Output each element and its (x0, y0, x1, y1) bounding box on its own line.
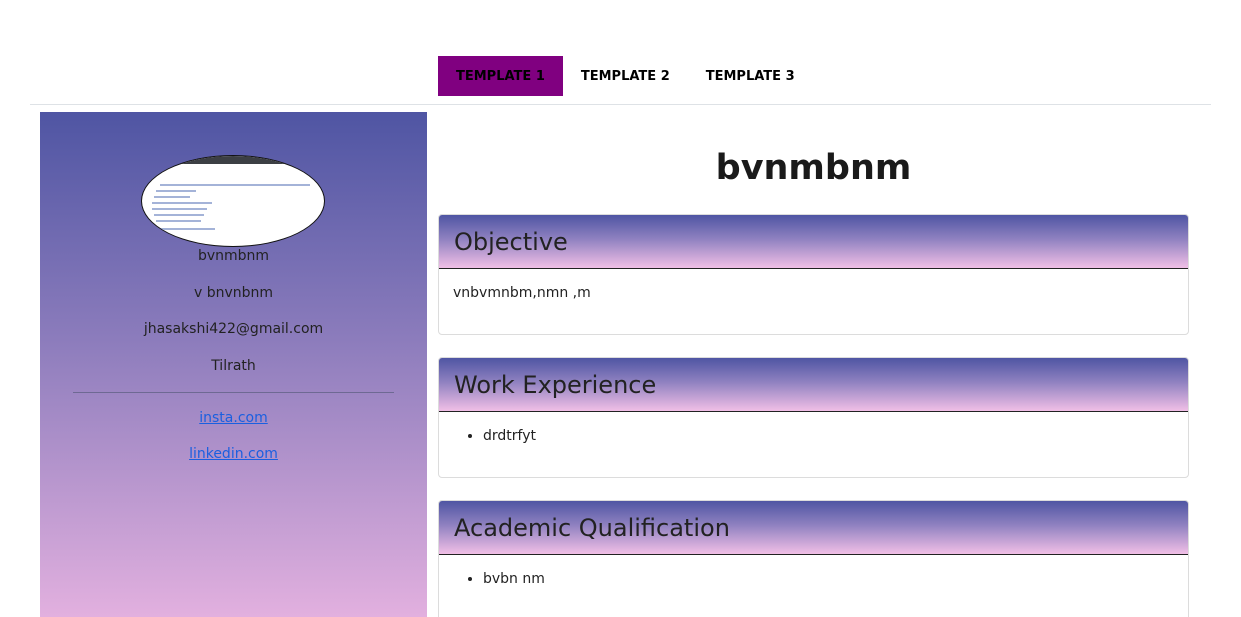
template-tabs: TEMPLATE 1 TEMPLATE 2 TEMPLATE 3 (438, 56, 813, 96)
resume-title: bvnmbnm (715, 148, 912, 188)
academic-qualification-card: Academic Qualification bvbn nm (438, 500, 1189, 617)
tab-template-1[interactable]: TEMPLATE 1 (438, 56, 563, 96)
objective-heading: Objective (439, 215, 1188, 269)
instagram-link[interactable]: insta.com (40, 410, 427, 426)
tab-template-3[interactable]: TEMPLATE 3 (688, 56, 813, 96)
academic-qualification-heading: Academic Qualification (439, 501, 1188, 555)
profile-location: Tilrath (211, 358, 256, 374)
profile-subtitle: v bnvnbnm (193, 285, 274, 301)
objective-text: vnbvmnbm,nmn ,m (453, 285, 591, 301)
sidebar-divider (73, 392, 394, 393)
academic-qualification-item: bvbn nm (483, 571, 1174, 587)
objective-card: Objective vnbvmnbm,nmn ,m (438, 214, 1189, 335)
tab-template-2[interactable]: TEMPLATE 2 (563, 56, 688, 96)
profile-photo (141, 155, 325, 247)
work-experience-item: drdtrfyt (483, 428, 1174, 444)
linkedin-link[interactable]: linkedin.com (40, 446, 427, 462)
profile-email: jhasakshi422@gmail.com (143, 321, 324, 337)
profile-name: bvnmbnm (197, 248, 270, 264)
work-experience-card: Work Experience drdtrfyt (438, 357, 1189, 478)
work-experience-heading: Work Experience (439, 358, 1188, 412)
profile-sidebar: bvnmbnm v bnvnbnm jhasakshi422@gmail.com… (40, 112, 427, 617)
tabs-divider (30, 104, 1211, 105)
